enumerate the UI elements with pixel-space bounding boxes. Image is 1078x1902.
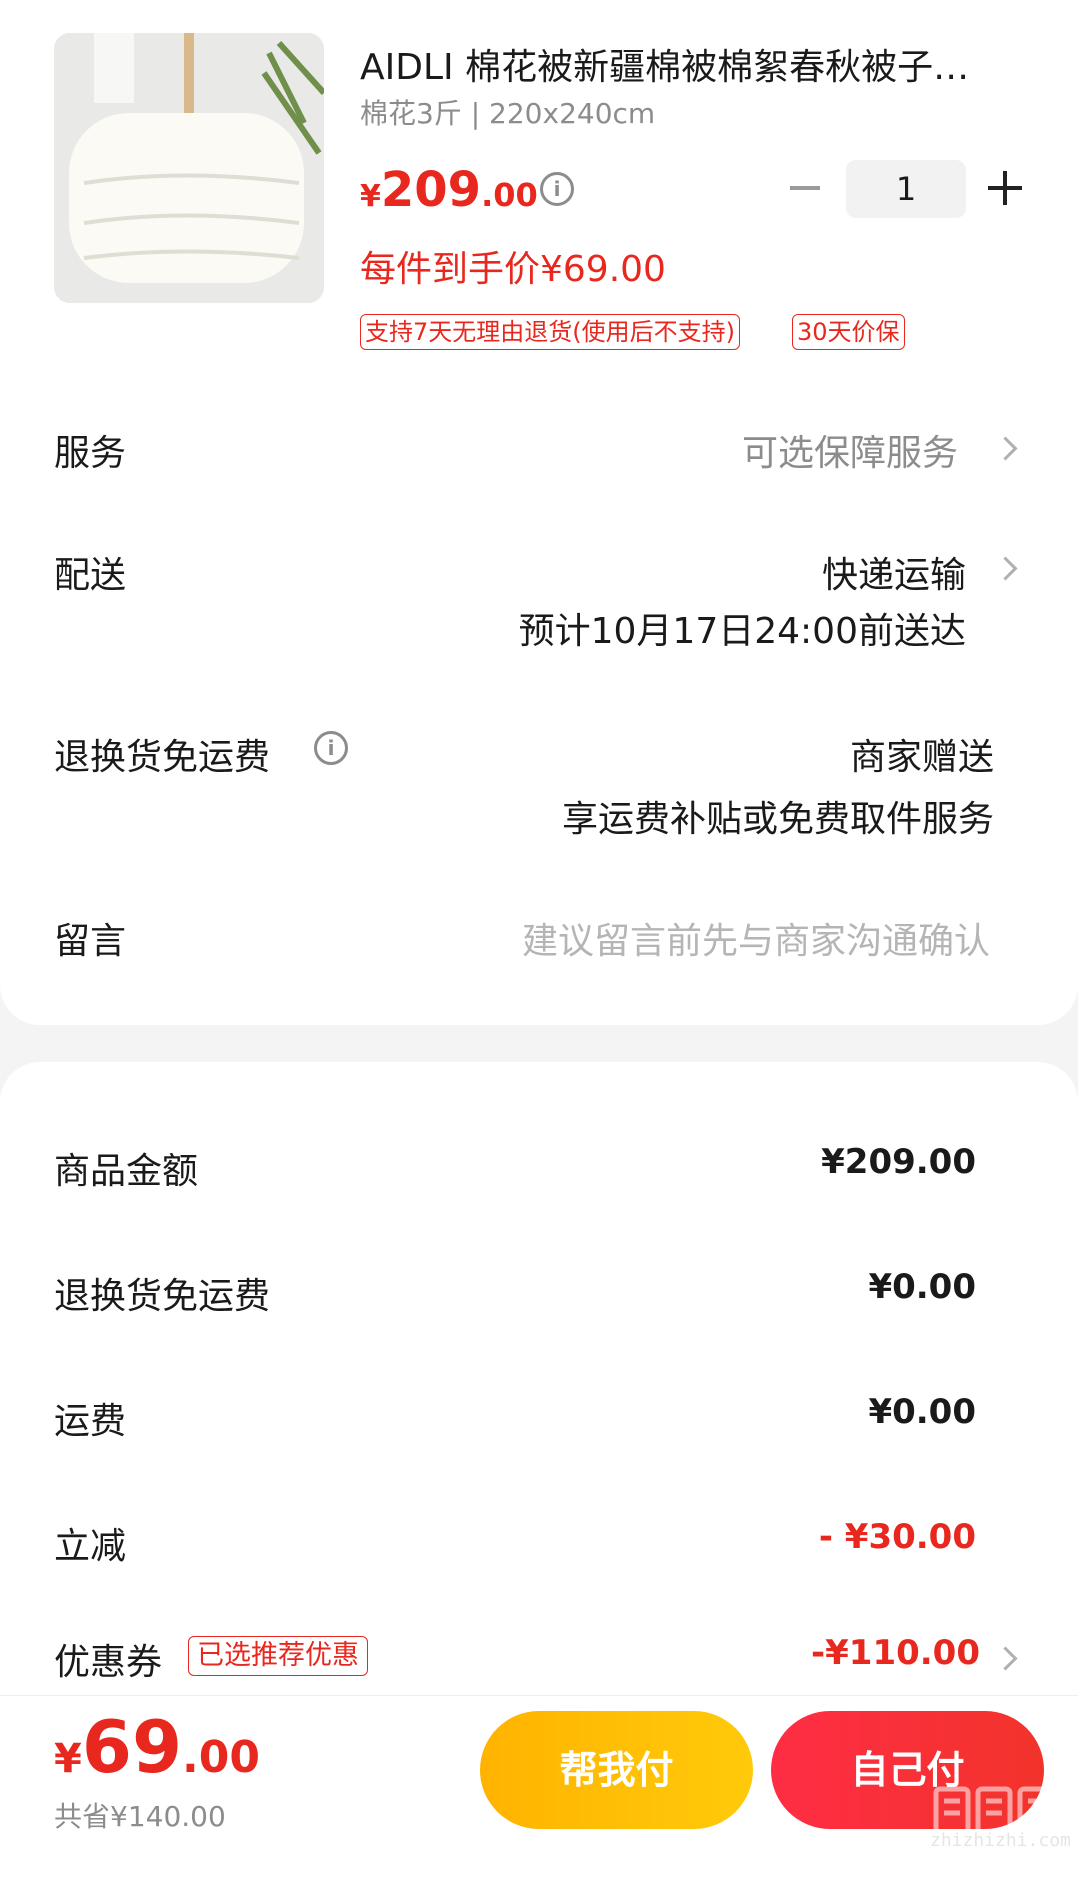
total-decimal: .00 — [182, 1732, 260, 1783]
product-price: ¥209.00 — [360, 162, 538, 218]
price-decimal: .00 — [481, 176, 538, 214]
return-fee-value: ¥0.00 — [868, 1267, 976, 1307]
return-fee-label: 退换货免运费 — [54, 1276, 271, 1317]
quilt-image — [54, 33, 324, 303]
service-label: 服务 — [54, 433, 127, 474]
coupon-badge: 已选推荐优惠 — [188, 1636, 368, 1676]
price-currency: ¥ — [360, 179, 381, 214]
product-image[interactable] — [54, 33, 324, 303]
delivery-eta: 预计10月17日24:00前送达 — [518, 611, 966, 652]
goods-amount-label: 商品金额 — [54, 1151, 199, 1192]
return-shipping-desc: 享运费补贴或免费取件服务 — [561, 799, 994, 840]
help-pay-button[interactable]: 帮我付 — [480, 1711, 753, 1829]
coupon-label: 优惠券 — [54, 1642, 163, 1683]
total-currency: ¥ — [54, 1736, 82, 1782]
freight-label: 运费 — [54, 1401, 127, 1442]
return-shipping-info-icon[interactable]: i — [314, 731, 348, 765]
total-saved: 共省¥140.00 — [54, 1800, 226, 1833]
delivery-method[interactable]: 快递运输 — [822, 546, 966, 598]
price-info-icon[interactable]: i — [540, 172, 574, 206]
return-policy-tag: 支持7天无理由退货(使用后不支持) — [360, 314, 740, 350]
price-protection-tag: 30天价保 — [792, 314, 905, 350]
total-integer: 69 — [81, 1705, 183, 1789]
message-input[interactable]: 建议留言前先与商家沟通确认 — [522, 912, 990, 964]
service-value[interactable]: 可选保障服务 — [742, 424, 958, 476]
quantity-decrease-button[interactable] — [790, 186, 820, 190]
total-price: ¥69.00 — [54, 1705, 260, 1789]
coupon-value[interactable]: -¥110.00 — [811, 1633, 980, 1673]
freight-value: ¥0.00 — [868, 1392, 976, 1432]
delivery-label: 配送 — [54, 555, 127, 596]
quantity-increase-button[interactable] — [988, 171, 1022, 205]
message-label: 留言 — [54, 921, 127, 962]
return-shipping-label: 退换货免运费 — [54, 737, 271, 778]
price-integer: 209 — [380, 162, 482, 218]
watermark-domain: zhizhizhi.com — [930, 1830, 1071, 1851]
final-unit-price: 每件到手价¥69.00 — [360, 249, 666, 290]
goods-amount-value: ¥209.00 — [821, 1142, 976, 1182]
instant-discount-label: 立减 — [54, 1526, 127, 1567]
return-shipping-value: 商家赠送 — [849, 737, 994, 778]
instant-discount-value: - ¥30.00 — [818, 1517, 976, 1557]
product-title[interactable]: AIDLI 棉花被新疆棉被棉絮春秋被子… — [360, 38, 1020, 90]
quantity-input[interactable]: 1 — [846, 160, 966, 218]
product-spec[interactable]: 棉花3斤 | 220x240cm — [360, 92, 655, 132]
